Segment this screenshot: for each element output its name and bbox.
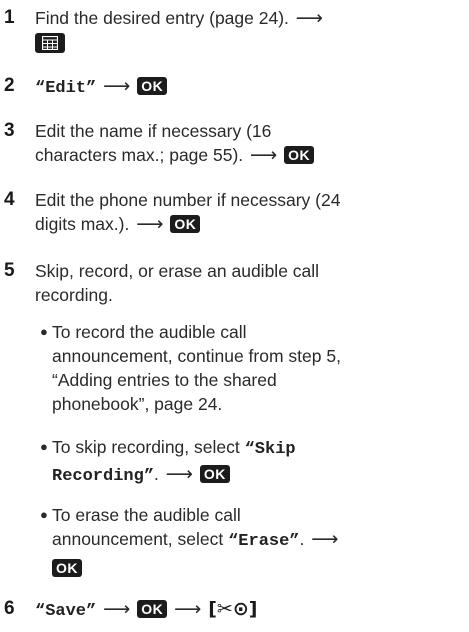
instruction-page: 1 Find the desired entry (page 24). ⟶ 2 …	[0, 0, 469, 632]
list-item: ● To erase the audible call announcement…	[40, 503, 467, 580]
step-number: 1	[4, 7, 15, 28]
ok-button-icon: OK	[52, 559, 82, 577]
step-text: digits max.).	[35, 214, 130, 234]
bullet-text: announcement, continue from step 5,	[52, 346, 341, 366]
arrow-icon: ⟶	[295, 7, 324, 29]
list-item: ● To skip recording, select “Skip Record…	[40, 435, 467, 489]
ok-button-icon: OK	[137, 600, 168, 618]
ok-button-icon: OK	[284, 146, 315, 164]
bullet-icon: ●	[40, 439, 48, 454]
ok-button-icon: OK	[170, 215, 201, 233]
step-number: 3	[4, 120, 15, 141]
arrow-icon: ⟶	[103, 75, 131, 97]
step-number: 5	[4, 260, 15, 281]
erase-key-label: “Erase”	[228, 532, 300, 551]
arrow-icon: ⟶	[311, 528, 339, 550]
bullet-text: To skip recording, select	[52, 437, 245, 457]
step-text: Edit the name if necessary (16	[35, 121, 272, 141]
bullet-text: To erase the audible call	[52, 505, 241, 525]
arrow-icon: ⟶	[250, 144, 278, 166]
save-key-label: “Save”	[35, 602, 97, 621]
step-text: Skip, record, or erase an audible call	[35, 261, 320, 281]
step-number: 4	[4, 189, 15, 210]
step-number: 2	[4, 75, 15, 96]
bullet-text: “Adding entries to the shared	[52, 370, 277, 390]
step-text: recording.	[35, 285, 113, 305]
step-text: Edit the phone number if necessary (24	[35, 190, 341, 210]
bullet-text: .	[299, 529, 305, 549]
off-key-icon: [✂⊙]	[208, 598, 258, 620]
step-text: Find the desired entry (page 24).	[35, 8, 289, 28]
list-item: ● To record the audible call announcemen…	[40, 320, 467, 416]
step-number: 6	[4, 598, 15, 619]
skip-key-label: “Skip	[244, 440, 296, 459]
arrow-icon: ⟶	[103, 598, 131, 620]
arrow-icon: ⟶	[136, 213, 164, 235]
ok-button-icon: OK	[199, 465, 230, 483]
arrow-icon: ⟶	[165, 463, 194, 485]
recording-key-label: Recording”	[52, 467, 155, 486]
edit-key-label: “Edit”	[35, 79, 97, 98]
phonebook-menu-icon	[35, 33, 65, 53]
bullet-icon: ●	[40, 324, 48, 339]
bullet-text: .	[154, 464, 159, 484]
bullet-icon: ●	[40, 507, 48, 522]
ok-button-icon: OK	[137, 77, 168, 95]
bullet-text: To record the audible call	[52, 322, 247, 342]
arrow-icon: ⟶	[174, 598, 202, 620]
step-text: characters max.; page 55).	[35, 145, 244, 165]
bullet-text: phonebook”, page 24.	[52, 394, 223, 414]
bullet-text: announcement, select	[52, 529, 229, 549]
